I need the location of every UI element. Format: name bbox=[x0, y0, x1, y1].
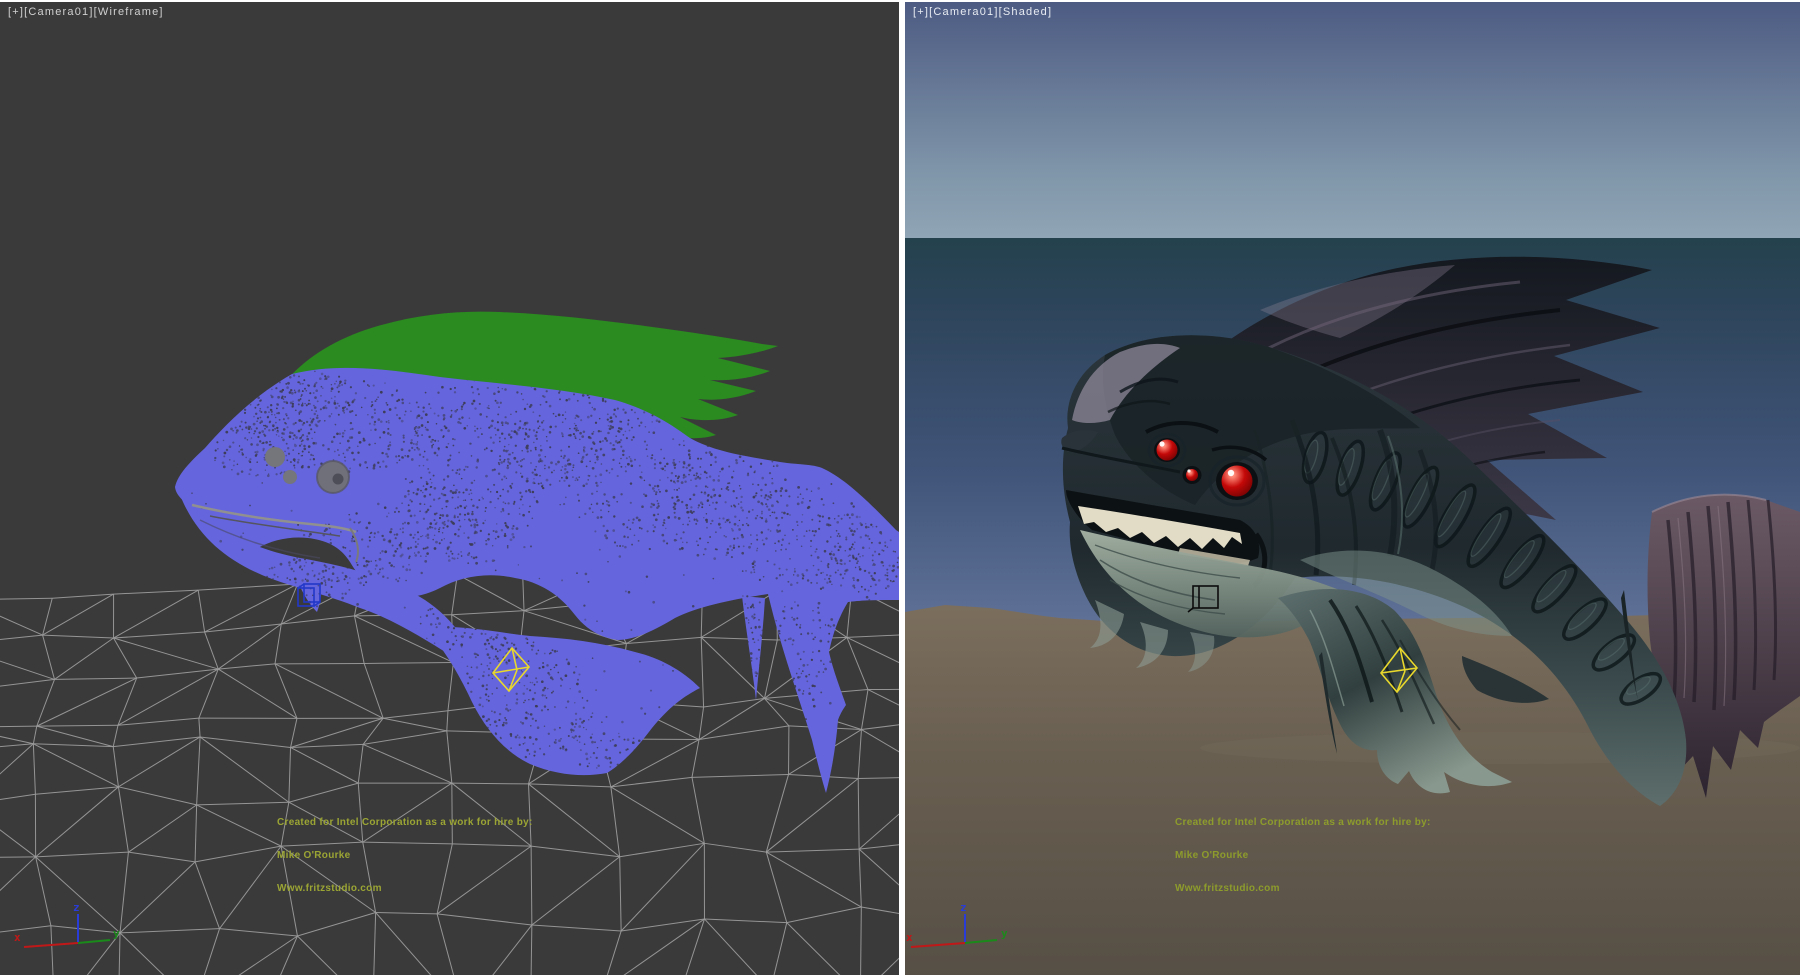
viewport-frame-top bbox=[0, 0, 1800, 2]
z-axis-label: z bbox=[73, 901, 80, 914]
z-axis-label: z bbox=[960, 901, 967, 914]
watermark-line: Created for Intel Corporation as a work … bbox=[1175, 817, 1431, 828]
world-axis-gizmo: z x y bbox=[14, 901, 120, 947]
watermark-text: Created for Intel Corporation as a work … bbox=[1175, 795, 1431, 916]
viewport-area: z x y [+][Camera01][Wireframe] Created f… bbox=[0, 0, 1800, 978]
tail-strip[interactable] bbox=[742, 596, 765, 700]
x-axis-label: x bbox=[906, 931, 913, 944]
watermark-line: Mike O'Rourke bbox=[1175, 850, 1431, 861]
viewport-label-shaded[interactable]: [+][Camera01][Shaded] bbox=[913, 6, 1052, 18]
viewport-wireframe[interactable]: z x y [+][Camera01][Wireframe] Created f… bbox=[0, 0, 899, 978]
y-axis-label: y bbox=[113, 927, 120, 940]
watermark-line: Created for Intel Corporation as a work … bbox=[277, 817, 533, 828]
watermark-line: Mike O'Rourke bbox=[277, 850, 533, 861]
x-axis-label: x bbox=[14, 931, 21, 944]
creature-mesh-wireframe[interactable] bbox=[175, 312, 899, 793]
viewport-shaded[interactable]: z x y [+][Camera01][Shaded] Created for … bbox=[905, 0, 1800, 978]
red-eye bbox=[1157, 440, 1178, 461]
watermark-text: Created for Intel Corporation as a work … bbox=[277, 795, 533, 916]
viewport-label-wireframe[interactable]: [+][Camera01][Wireframe] bbox=[8, 6, 164, 18]
y-axis-label: y bbox=[1001, 927, 1008, 940]
lower-fin[interactable] bbox=[425, 627, 700, 775]
watermark-line: Www.fritzstudio.com bbox=[1175, 883, 1431, 894]
sky bbox=[905, 0, 1800, 239]
red-eye bbox=[1222, 466, 1253, 497]
watermark-line: Www.fritzstudio.com bbox=[277, 883, 533, 894]
